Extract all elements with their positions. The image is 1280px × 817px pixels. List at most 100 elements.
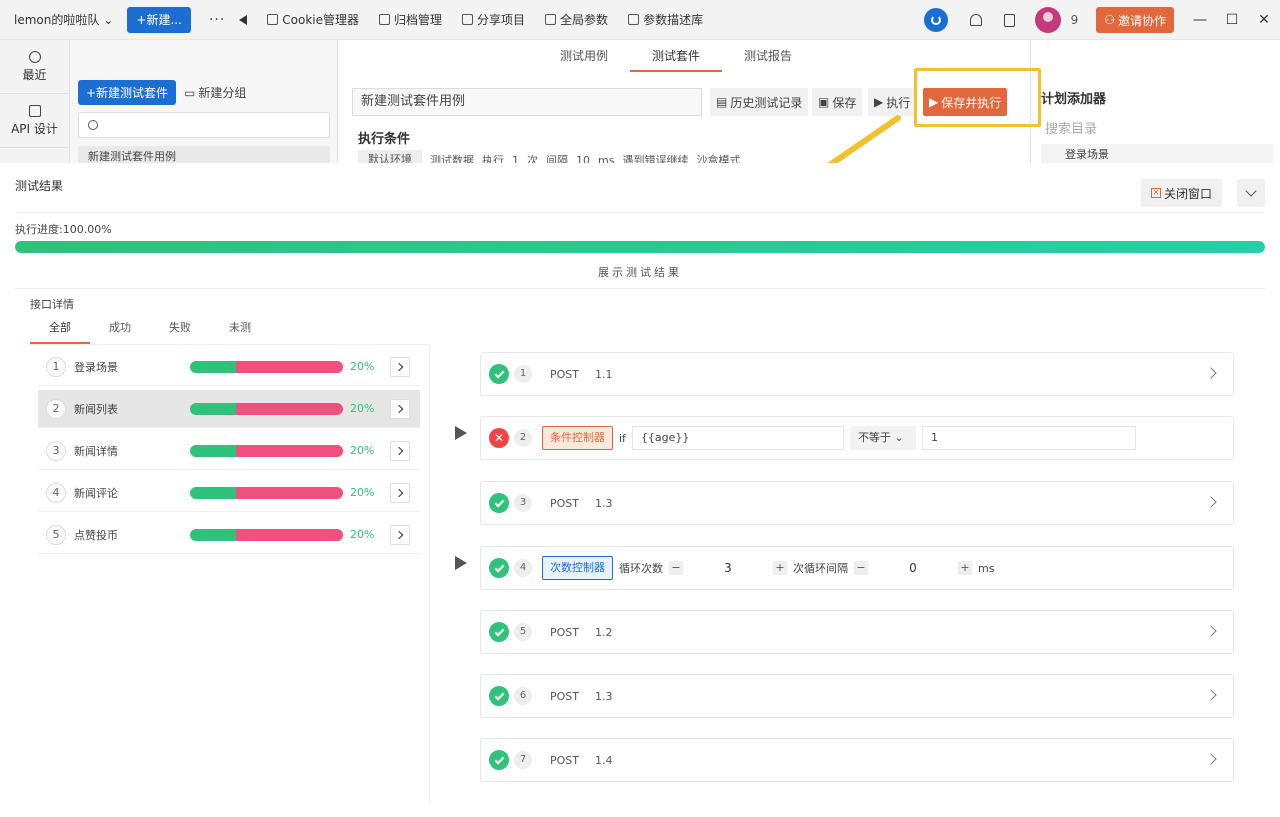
chevron-right-icon <box>394 446 403 456</box>
nav-param-library[interactable]: 参数描述库 <box>628 11 703 28</box>
scenario-expand-button[interactable] <box>390 525 410 545</box>
condition-expression-input[interactable]: {{age}} <box>631 426 844 450</box>
tab-test-reports[interactable]: 测试报告 <box>722 40 814 72</box>
minus-icon[interactable]: − <box>854 561 868 575</box>
filter-tab-untested[interactable]: 未测 <box>210 319 270 344</box>
suite-side-panel: +新建测试套件 ▭ 新建分组 新建测试套件用例 <box>70 40 338 166</box>
step-row[interactable]: 3 POST 1.3 <box>480 481 1234 525</box>
new-group-button[interactable]: ▭ 新建分组 <box>184 80 246 105</box>
collapse-left-icon[interactable] <box>239 14 248 25</box>
condition-controller-row: ✕ 2 条件控制器 if {{age}} 不等于 ⌄ 1 <box>480 416 1234 460</box>
loop-count-stepper[interactable]: − 3 + <box>669 556 787 580</box>
loop-interval-stepper[interactable]: − 0 + <box>854 556 972 580</box>
history-label: 历史测试记录 <box>730 95 803 110</box>
rail-label: API 设计 <box>11 121 58 136</box>
chevron-right-icon[interactable] <box>1205 496 1217 508</box>
play-icon[interactable] <box>455 426 467 440</box>
top-bar: lemon的啦啦队 ⌄ +新建... ··· Cookie管理器 归档管理 分享项… <box>0 0 1280 40</box>
loop-interval-value[interactable]: 0 <box>868 561 958 575</box>
filter-tab-all[interactable]: 全部 <box>30 319 90 344</box>
invite-button[interactable]: ⚇ 邀请协作 <box>1096 7 1174 33</box>
minimize-icon[interactable]: — <box>1184 12 1216 28</box>
rail-api-design[interactable]: API 设计 <box>0 94 69 148</box>
directory-search-input[interactable]: 搜索目录 <box>1045 118 1097 137</box>
team-selector[interactable]: lemon的啦啦队 ⌄ <box>14 11 113 28</box>
scenario-result-bar <box>190 529 343 541</box>
chevron-right-icon <box>394 488 403 498</box>
collapse-button[interactable] <box>1237 179 1265 207</box>
scenario-expand-button[interactable] <box>390 357 410 377</box>
minus-icon[interactable]: − <box>669 561 683 575</box>
sync-icon[interactable] <box>923 8 948 32</box>
new-suite-button[interactable]: +新建测试套件 <box>78 80 177 105</box>
notes-icon[interactable] <box>1003 13 1015 27</box>
scenario-expand-button[interactable] <box>390 483 410 503</box>
scenario-number: 3 <box>46 440 66 461</box>
step-method: POST <box>550 625 579 639</box>
close-icon[interactable]: ✕ <box>1248 12 1280 28</box>
plus-icon[interactable]: + <box>773 561 787 575</box>
step-method: POST <box>550 689 579 703</box>
progress-bar <box>15 241 1265 253</box>
chevron-right-icon[interactable] <box>1205 367 1217 379</box>
scenario-item[interactable]: 1 登录场景 20% <box>38 348 420 386</box>
scenario-expand-button[interactable] <box>390 399 410 419</box>
scenario-list: 1 登录场景 20% 2 新闻列表 20% 3 新闻详情 20% 4 新闻评论 … <box>38 348 420 558</box>
avatar[interactable] <box>1034 7 1061 33</box>
fail-segment <box>235 361 343 373</box>
bell-icon[interactable] <box>969 14 982 26</box>
loop-count-label: 循环次数 <box>619 562 663 575</box>
nav-label: 归档管理 <box>394 13 443 27</box>
scenario-expand-button[interactable] <box>390 441 410 461</box>
step-row[interactable]: 1 POST 1.1 <box>480 352 1234 396</box>
step-row[interactable]: 7 POST 1.4 <box>480 738 1234 782</box>
suite-name-input[interactable]: 新建测试套件用例 <box>352 88 702 116</box>
run-label: 执行 <box>886 95 911 110</box>
filter-tab-success[interactable]: 成功 <box>90 319 150 344</box>
tab-test-cases[interactable]: 测试用例 <box>538 40 630 72</box>
search-icon <box>88 120 98 130</box>
new-button[interactable]: +新建... <box>127 6 191 33</box>
chevron-right-icon[interactable] <box>1205 689 1217 701</box>
chevron-right-icon[interactable] <box>1205 625 1217 637</box>
step-row[interactable]: 5 POST 1.2 <box>480 610 1234 654</box>
operator-value: 不等于 <box>857 431 891 444</box>
scenario-item[interactable]: 4 新闻评论 20% <box>38 474 420 512</box>
scenario-number: 1 <box>46 356 66 377</box>
scenario-number: 2 <box>46 398 66 419</box>
step-name: 1.1 <box>595 367 613 381</box>
close-window-button[interactable]: ✕ 关闭窗口 <box>1141 179 1223 207</box>
rail-recent[interactable]: 最近 <box>0 40 69 94</box>
chevron-right-icon <box>394 404 403 414</box>
nav-global-params[interactable]: 全局参数 <box>545 11 608 28</box>
scenario-percent: 20% <box>350 528 375 541</box>
nav-archive[interactable]: 归档管理 <box>379 11 442 28</box>
loop-count-value[interactable]: 3 <box>683 561 773 575</box>
modal-title: 测试结果 <box>15 179 64 193</box>
scenario-name: 新闻详情 <box>74 444 118 458</box>
plus-icon[interactable]: + <box>958 561 972 575</box>
play-icon[interactable] <box>455 556 467 570</box>
nav-cookie-manager[interactable]: Cookie管理器 <box>267 11 359 28</box>
scenario-item[interactable]: 3 新闻详情 20% <box>38 432 420 470</box>
scenario-item[interactable]: 2 新闻列表 20% <box>38 390 420 428</box>
more-icon[interactable]: ··· <box>209 12 225 28</box>
step-row[interactable]: 6 POST 1.3 <box>480 674 1234 718</box>
show-result-label[interactable]: 展示测试结果 <box>0 264 1280 280</box>
chevron-right-icon[interactable] <box>1205 753 1217 765</box>
operator-select[interactable]: 不等于 ⌄ <box>849 426 916 450</box>
condition-value-input[interactable]: 1 <box>921 426 1136 450</box>
filter-tab-failed[interactable]: 失败 <box>150 319 210 344</box>
tab-test-suites[interactable]: 测试套件 <box>630 40 723 72</box>
success-icon <box>489 364 509 384</box>
nav-share[interactable]: 分享项目 <box>462 11 525 28</box>
progress-label: 执行进度:100.00% <box>15 223 112 236</box>
suite-search-input[interactable] <box>78 112 330 138</box>
scenario-item[interactable]: 5 点赞投币 20% <box>38 516 420 554</box>
member-count: 9 <box>1070 13 1079 27</box>
step-number: 3 <box>514 494 532 512</box>
plan-adder-title: 计划添加器 <box>1041 92 1107 107</box>
scenario-percent: 20% <box>350 402 375 415</box>
step-number: 1 <box>514 365 532 383</box>
maximize-icon[interactable]: ☐ <box>1216 12 1248 28</box>
